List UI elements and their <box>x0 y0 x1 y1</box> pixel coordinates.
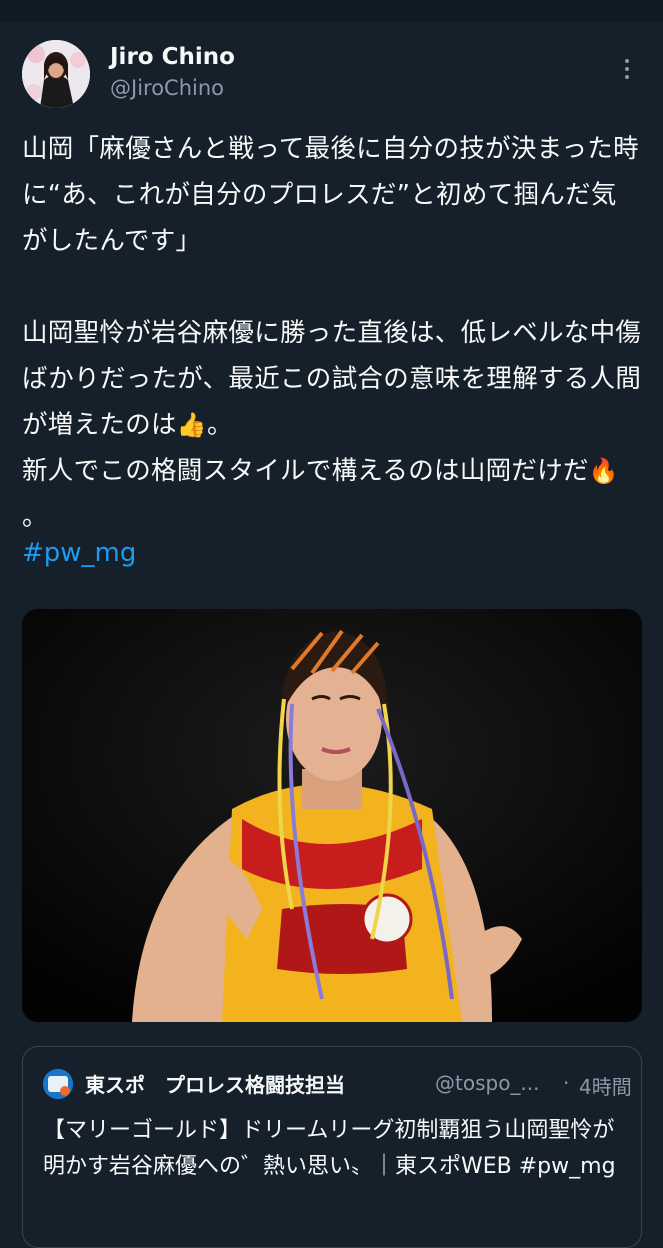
quoted-tweet[interactable]: 東スポ プロレス格闘技担当 @tospo_... · 4時間 【マリーゴールド】… <box>22 1046 642 1248</box>
quote-author-handle: @tospo_... <box>435 1071 540 1095</box>
tweet-paragraph-1: 山岡「麻優さんと戦って最後に自分の技が決まった時に“あ、これが自分のプロレスだ”… <box>22 134 639 256</box>
author-avatar[interactable] <box>22 40 90 108</box>
thumbs-up-icon: 👍 <box>176 411 207 439</box>
more-vertical-icon[interactable] <box>612 52 642 86</box>
quote-avatar <box>43 1069 73 1099</box>
tweet-line-2a: 山岡聖怜が岩谷麻優に勝った直後は、低レベルな中傷ばかりだったが、最近この試合の意… <box>22 318 642 440</box>
author-avatar-image <box>22 40 90 108</box>
fire-icon: 🔥 <box>588 457 620 485</box>
tweet-paragraph-2: 山岡聖怜が岩谷麻優に勝った直後は、低レベルな中傷ばかりだったが、最近この試合の意… <box>22 310 642 448</box>
quote-timestamp: 4時間 <box>579 1075 632 1099</box>
quote-avatar-logo <box>43 1069 73 1099</box>
tweet-line-2b-end: 。 <box>22 502 48 532</box>
quote-separator: · <box>563 1071 570 1095</box>
tweet-paragraph-3: 新人でこの格闘スタイルで構えるのは山岡だけだ🔥 。 <box>22 448 642 540</box>
hashtag-link[interactable]: #pw_mg <box>22 538 136 568</box>
quote-text: 【マリーゴールド】ドリームリーグ初制覇狙う山岡聖怜が明かす岩谷麻優への゛熱い思い… <box>43 1118 616 1179</box>
wrestler-photo <box>22 609 642 1022</box>
author-display-name[interactable]: Jiro Chino <box>110 44 235 70</box>
tweet-text: 山岡「麻優さんと戦って最後に自分の技が決まった時に“あ、これが自分のプロレスだ”… <box>22 126 642 540</box>
author-handle[interactable]: @JiroChino <box>110 76 224 100</box>
tweet-photo[interactable] <box>22 609 642 1022</box>
status-bar <box>0 0 663 22</box>
tweet-line-2b: 新人でこの格闘スタイルで構えるのは山岡だけだ <box>22 456 589 486</box>
tweet-line-2a-end: 。 <box>207 410 233 440</box>
quote-author-name: 東スポ プロレス格闘技担当 <box>85 1073 345 1097</box>
